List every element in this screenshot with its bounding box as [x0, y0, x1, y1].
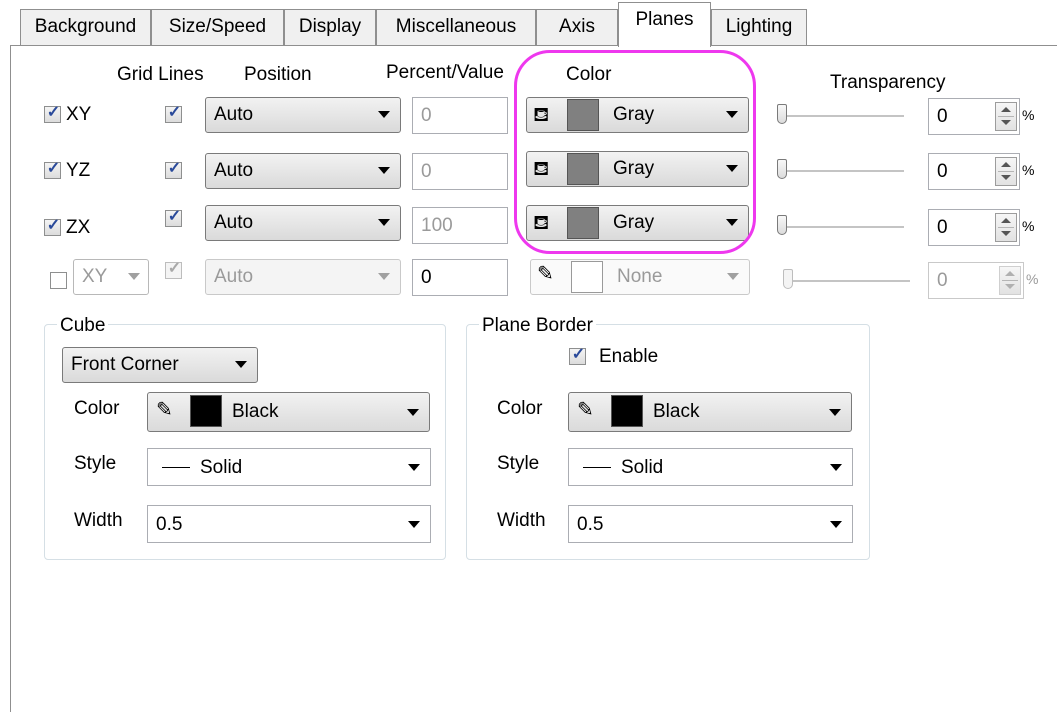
pencil-icon: ✎ — [537, 263, 554, 285]
tab-bar: Background Size/Speed Display Miscellane… — [0, 0, 1057, 48]
spinner-buttons[interactable] — [995, 157, 1017, 186]
cube-mode-dropdown[interactable]: Front Corner — [62, 347, 258, 383]
transparency-slider-track — [780, 170, 904, 173]
transparency-spinner[interactable]: 0 — [928, 262, 1024, 299]
tab-size-speed[interactable]: Size/Speed — [151, 9, 284, 45]
chevron-down-icon — [408, 464, 420, 471]
header-transparency: Transparency — [830, 72, 946, 93]
transparency-slider[interactable] — [777, 159, 787, 179]
transparency-slider-track — [780, 115, 904, 118]
chevron-down-icon — [829, 409, 841, 416]
tab-display[interactable]: Display — [284, 9, 376, 45]
plane-enable-checkbox[interactable]: ✓ — [44, 104, 61, 123]
grid-lines-checkbox[interactable]: ✓ — [165, 160, 182, 179]
plane-border-width-dropdown[interactable]: 0.5 — [568, 505, 853, 543]
chevron-down-icon — [235, 361, 247, 368]
plane-enable-checkbox[interactable]: ✓ — [44, 217, 61, 236]
plane-select-dropdown[interactable]: XY — [73, 259, 149, 295]
plane-label: XY — [66, 104, 92, 125]
color-swatch — [190, 395, 222, 427]
percent-sign: % — [1022, 218, 1035, 234]
plane-border-color-label: Color — [497, 398, 543, 419]
tab-planes[interactable]: Planes — [618, 2, 711, 47]
plane-border-width-label: Width — [497, 510, 546, 531]
plane-border-style-dropdown[interactable]: Solid — [568, 448, 853, 486]
plane-border-group-title: Plane Border — [479, 316, 596, 336]
percent-value-input[interactable]: 0 — [412, 153, 508, 190]
header-position: Position — [244, 64, 312, 85]
tab-axis[interactable]: Axis — [536, 9, 618, 45]
plane-enable-checkbox[interactable] — [50, 272, 67, 289]
chevron-down-icon — [128, 273, 140, 280]
tab-background[interactable]: Background — [20, 9, 151, 45]
cube-group-title: Cube — [57, 316, 109, 336]
spinner-buttons[interactable] — [995, 213, 1017, 242]
plane-enable-checkbox[interactable]: ✓ — [44, 160, 61, 179]
cube-style-label: Style — [74, 453, 117, 474]
header-grid-lines: Grid Lines — [117, 64, 204, 85]
cube-style-dropdown[interactable]: Solid — [147, 448, 431, 486]
spinner-buttons[interactable] — [995, 102, 1017, 131]
percent-value-input[interactable]: 0 — [412, 259, 508, 296]
position-dropdown[interactable]: Auto — [205, 259, 401, 295]
chevron-down-icon — [830, 464, 842, 471]
chevron-down-icon — [378, 273, 390, 280]
plane-border-enable-label: Enable — [599, 346, 659, 367]
color-swatch — [611, 395, 643, 427]
spinner-buttons[interactable] — [999, 266, 1021, 295]
chevron-down-icon — [378, 167, 390, 174]
pencil-icon: ✎ — [577, 399, 594, 421]
percent-sign: % — [1026, 271, 1039, 287]
transparency-slider-track — [786, 280, 910, 283]
grid-lines-checkbox[interactable]: ✓ — [165, 104, 182, 123]
line-style-preview — [162, 467, 190, 468]
panel-border — [10, 45, 11, 712]
transparency-slider[interactable] — [777, 104, 787, 124]
color-swatch — [571, 261, 603, 293]
plane-label: ZX — [66, 217, 91, 238]
cube-color-dropdown[interactable]: ✎ Black — [147, 392, 430, 432]
position-dropdown[interactable]: Auto — [205, 153, 401, 189]
chevron-down-icon — [727, 273, 739, 280]
plane-border-style-label: Style — [497, 453, 540, 474]
transparency-slider[interactable] — [783, 269, 793, 289]
chevron-down-icon — [830, 521, 842, 528]
percent-sign: % — [1022, 162, 1035, 178]
chevron-down-icon — [378, 219, 390, 226]
percent-sign: % — [1022, 107, 1035, 123]
pencil-icon: ✎ — [156, 399, 173, 421]
cube-width-label: Width — [74, 510, 123, 531]
percent-value-input[interactable]: 0 — [412, 97, 508, 134]
position-dropdown[interactable]: Auto — [205, 97, 401, 133]
chevron-down-icon — [408, 521, 420, 528]
transparency-spinner[interactable]: 0 — [928, 209, 1020, 246]
percent-value-input[interactable]: 100 — [412, 207, 508, 244]
plane-border-enable-checkbox[interactable]: ✓ — [569, 346, 586, 365]
transparency-slider[interactable] — [777, 215, 787, 235]
grid-lines-checkbox[interactable]: ✓ — [165, 208, 182, 227]
color-dropdown[interactable]: ✎ None — [530, 259, 750, 295]
header-percent-value: Percent/Value — [386, 62, 504, 83]
tab-lighting[interactable]: Lighting — [711, 9, 807, 45]
transparency-slider-track — [780, 226, 904, 229]
chevron-down-icon — [378, 111, 390, 118]
cube-width-dropdown[interactable]: 0.5 — [147, 505, 431, 543]
grid-lines-checkbox[interactable]: ✓ — [165, 260, 182, 279]
tab-divider — [10, 45, 1057, 46]
position-dropdown[interactable]: Auto — [205, 205, 401, 241]
transparency-spinner[interactable]: 0 — [928, 153, 1020, 190]
cube-color-label: Color — [74, 398, 120, 419]
chevron-down-icon — [407, 409, 419, 416]
plane-border-color-dropdown[interactable]: ✎ Black — [568, 392, 852, 432]
color-column-highlight — [514, 50, 756, 254]
line-style-preview — [583, 467, 611, 468]
plane-label: YZ — [66, 160, 91, 181]
transparency-spinner[interactable]: 0 — [928, 98, 1020, 135]
tab-miscellaneous[interactable]: Miscellaneous — [376, 9, 536, 45]
